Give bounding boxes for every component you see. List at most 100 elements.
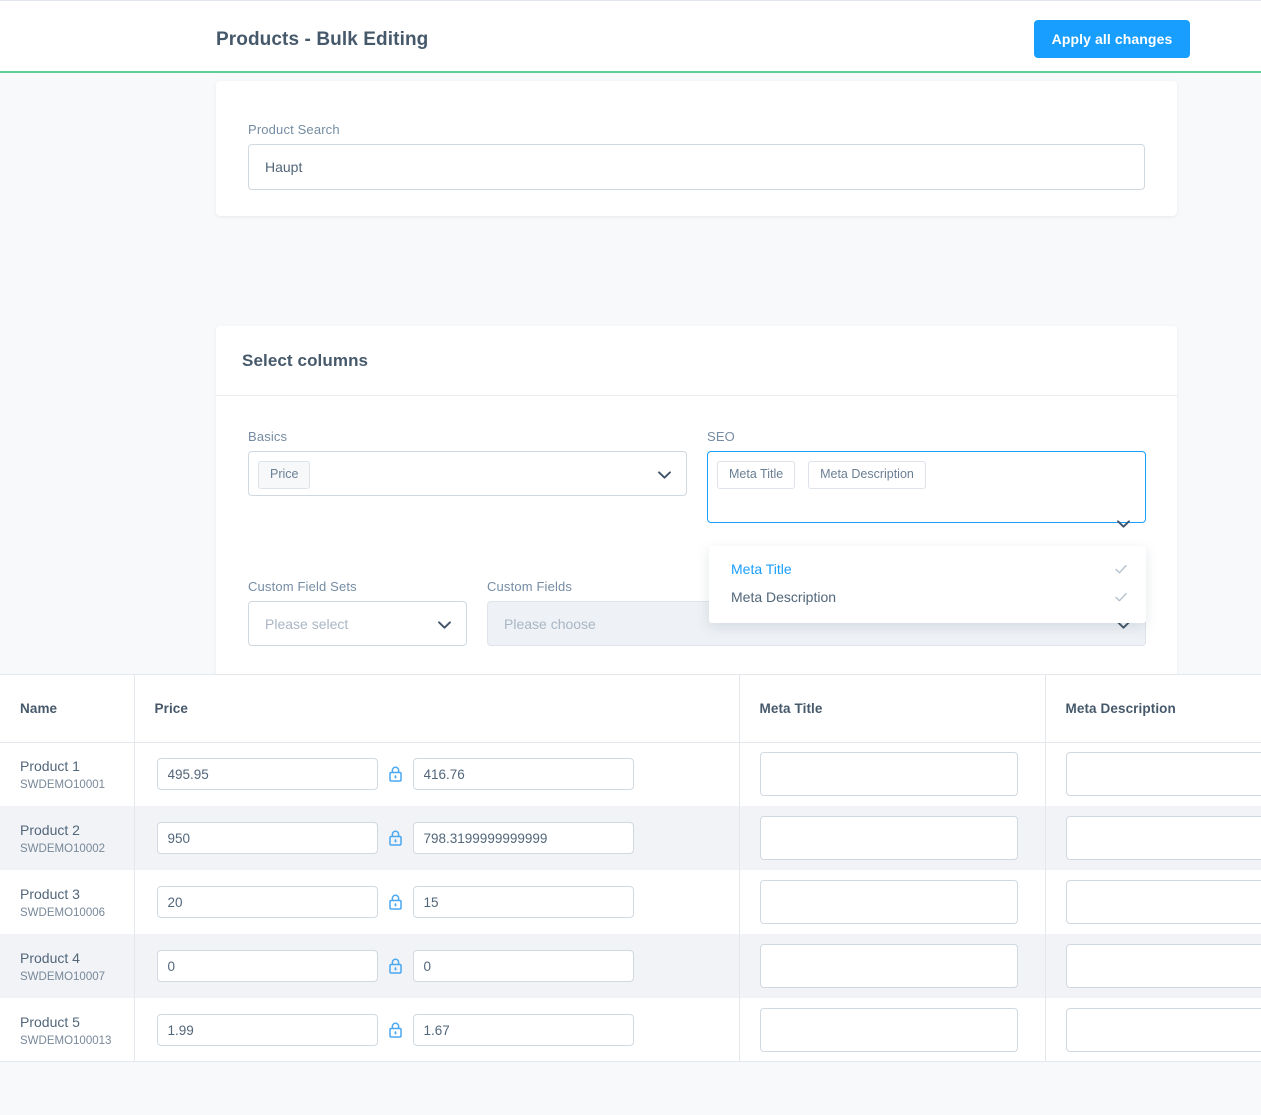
price-net-input[interactable] — [413, 1014, 634, 1046]
table-body: Product 1 SWDEMO10001 Product 2 SWDEMO10002… — [0, 742, 1261, 1062]
table-row: Product 3 SWDEMO10006 — [0, 870, 1261, 934]
products-table: Name Price Meta Title Meta Description P… — [0, 675, 1261, 1062]
chip-price[interactable]: Price — [258, 461, 310, 489]
product-name: Product 2 — [20, 821, 134, 840]
custom-fields-placeholder: Please choose — [504, 616, 596, 632]
product-name: Product 5 — [20, 1013, 134, 1032]
cell-price — [134, 742, 739, 806]
cell-meta-title — [739, 998, 1045, 1062]
product-name: Product 4 — [20, 949, 134, 968]
seo-label: SEO — [707, 429, 735, 444]
dropdown-option-meta-description[interactable]: Meta Description — [709, 583, 1146, 611]
chip-meta-title[interactable]: Meta Title — [717, 461, 795, 489]
custom-field-sets-label: Custom Field Sets — [248, 579, 357, 594]
product-number: SWDEMO10001 — [20, 779, 134, 791]
chip-meta-description[interactable]: Meta Description — [808, 461, 926, 489]
lock-icon[interactable] — [389, 894, 402, 910]
lock-icon[interactable] — [389, 1022, 402, 1038]
meta-title-input[interactable] — [760, 816, 1018, 860]
price-gross-input[interactable] — [157, 758, 378, 790]
product-name: Product 3 — [20, 885, 134, 904]
meta-title-input[interactable] — [760, 880, 1018, 924]
seo-multiselect[interactable]: Meta Title Meta Description — [707, 451, 1146, 523]
price-net-input[interactable] — [413, 950, 634, 982]
products-table-container: Name Price Meta Title Meta Description P… — [0, 674, 1261, 1062]
cell-meta-title — [739, 806, 1045, 870]
cell-meta-description — [1045, 934, 1261, 998]
table-row: Product 5 SWDEMO100013 — [0, 998, 1261, 1062]
cell-product-name: Product 1 SWDEMO10001 — [0, 742, 134, 806]
meta-title-input[interactable] — [760, 944, 1018, 988]
cell-meta-description — [1045, 742, 1261, 806]
dropdown-option-label: Meta Description — [731, 589, 1114, 605]
dropdown-option-meta-title[interactable]: Meta Title — [709, 555, 1146, 583]
table-row: Product 4 SWDEMO10007 — [0, 934, 1261, 998]
product-number: SWDEMO10006 — [20, 907, 134, 919]
column-header-meta-description: Meta Description — [1045, 675, 1261, 742]
product-search-label: Product Search — [248, 122, 340, 137]
cell-product-name: Product 5 SWDEMO100013 — [0, 998, 134, 1062]
product-name: Product 1 — [20, 757, 134, 776]
lock-icon[interactable] — [389, 958, 402, 974]
custom-fields-label: Custom Fields — [487, 579, 572, 594]
cell-meta-description — [1045, 870, 1261, 934]
top-header-bar: Products - Bulk Editing Apply all change… — [0, 0, 1261, 73]
price-gross-input[interactable] — [157, 950, 378, 982]
price-net-input[interactable] — [413, 758, 634, 790]
cell-price — [134, 934, 739, 998]
price-gross-input[interactable] — [157, 822, 378, 854]
meta-description-input[interactable] — [1066, 1008, 1261, 1052]
meta-title-input[interactable] — [760, 1008, 1018, 1052]
check-icon — [1114, 562, 1128, 576]
basics-multiselect[interactable]: Price — [248, 451, 687, 496]
product-number: SWDEMO10002 — [20, 843, 134, 855]
meta-title-input[interactable] — [760, 752, 1018, 796]
custom-field-sets-select[interactable]: Please select — [248, 601, 467, 646]
cell-price — [134, 870, 739, 934]
cell-price — [134, 998, 739, 1062]
check-icon — [1114, 590, 1128, 604]
product-search-card: Product Search — [216, 81, 1177, 216]
meta-description-input[interactable] — [1066, 944, 1261, 988]
basics-label: Basics — [248, 429, 287, 444]
meta-description-input[interactable] — [1066, 752, 1261, 796]
cell-meta-title — [739, 934, 1045, 998]
cell-meta-description — [1045, 998, 1261, 1062]
table-header-row: Name Price Meta Title Meta Description — [0, 675, 1261, 742]
product-number: SWDEMO10007 — [20, 971, 134, 983]
price-gross-input[interactable] — [157, 886, 378, 918]
column-header-name: Name — [0, 675, 134, 742]
chevron-down-icon — [438, 621, 451, 629]
select-columns-card: Select columns Basics Price SEO Meta Tit… — [216, 326, 1177, 714]
cell-meta-description — [1045, 806, 1261, 870]
lock-icon[interactable] — [389, 766, 402, 782]
page-footer-space — [0, 1062, 1261, 1115]
product-search-input[interactable] — [248, 144, 1145, 190]
select-columns-title: Select columns — [242, 351, 368, 371]
cell-product-name: Product 3 SWDEMO10006 — [0, 870, 134, 934]
meta-description-input[interactable] — [1066, 816, 1261, 860]
table-row: Product 1 SWDEMO10001 — [0, 742, 1261, 806]
lock-icon[interactable] — [389, 830, 402, 846]
chevron-down-icon — [658, 471, 671, 479]
cell-meta-title — [739, 742, 1045, 806]
column-header-meta-title: Meta Title — [739, 675, 1045, 742]
product-number: SWDEMO100013 — [20, 1035, 134, 1047]
cell-meta-title — [739, 870, 1045, 934]
apply-all-changes-button[interactable]: Apply all changes — [1034, 20, 1190, 58]
meta-description-input[interactable] — [1066, 880, 1261, 924]
chevron-down-icon — [1117, 520, 1130, 528]
cell-price — [134, 806, 739, 870]
price-net-input[interactable] — [413, 886, 634, 918]
price-gross-input[interactable] — [157, 1014, 378, 1046]
page-title: Products - Bulk Editing — [216, 29, 428, 51]
cell-product-name: Product 2 SWDEMO10002 — [0, 806, 134, 870]
custom-field-sets-placeholder: Please select — [265, 616, 348, 632]
table-row: Product 2 SWDEMO10002 — [0, 806, 1261, 870]
select-columns-header: Select columns — [216, 326, 1177, 396]
dropdown-option-label: Meta Title — [731, 561, 1114, 577]
seo-dropdown-panel: Meta Title Meta Description — [709, 546, 1146, 623]
cell-product-name: Product 4 SWDEMO10007 — [0, 934, 134, 998]
price-net-input[interactable] — [413, 822, 634, 854]
content-canvas: Product Search Select columns Basics Pri… — [0, 73, 1261, 1115]
